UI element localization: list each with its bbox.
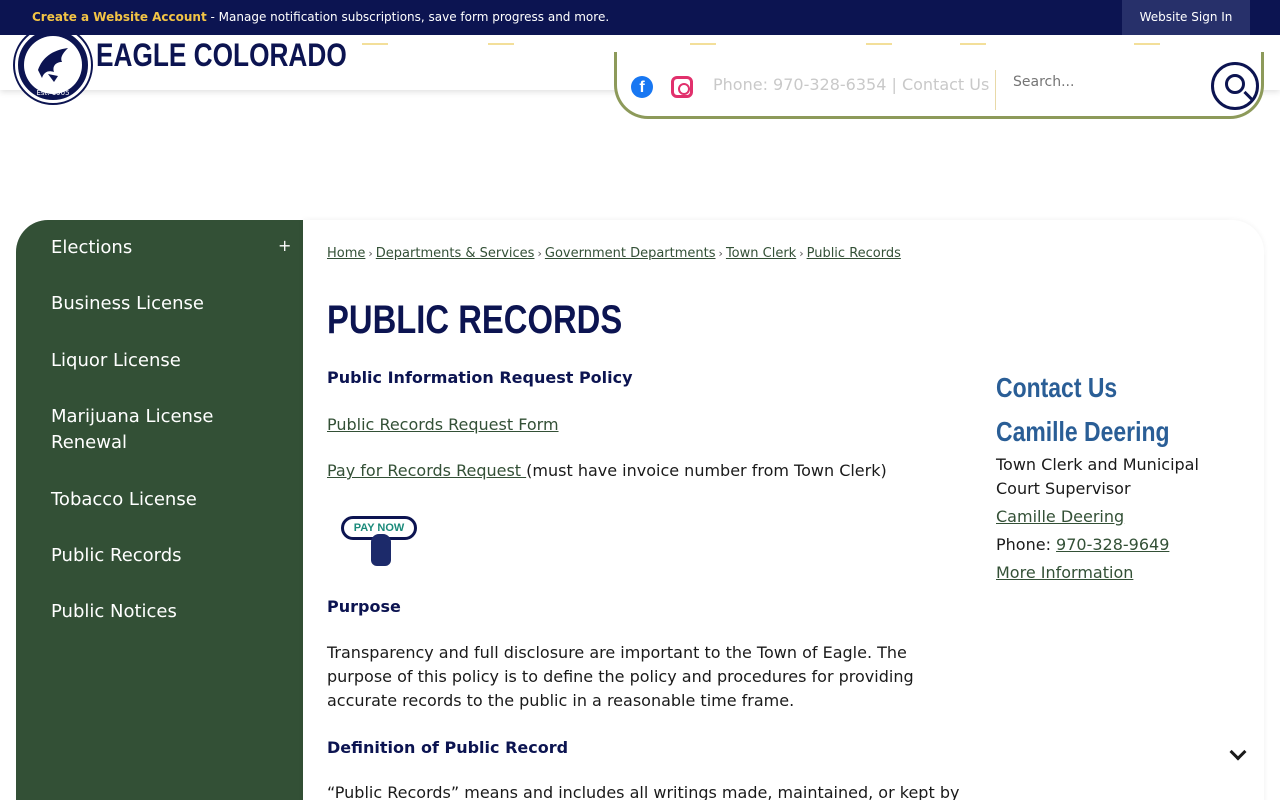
expand-plus-icon[interactable]: + xyxy=(278,236,291,255)
purpose-text: Transparency and full disclosure are imp… xyxy=(327,643,914,710)
contact-email-link[interactable]: Camille Deering xyxy=(996,507,1124,526)
sidebar-item-business-license[interactable]: Business License xyxy=(51,291,271,317)
contact-phone-link[interactable]: 970-328-9649 xyxy=(1056,535,1169,554)
site-logo-text[interactable]: EAGLE COLORADO xyxy=(96,35,347,75)
instagram-icon[interactable] xyxy=(671,76,693,98)
sidebar-item-elections[interactable]: Elections xyxy=(51,235,271,261)
notification-message: Create a Website Account - Manage notifi… xyxy=(32,10,609,24)
breadcrumb-town-clerk[interactable]: Town Clerk xyxy=(726,246,796,261)
header-decoration xyxy=(1134,43,1160,45)
chevron-down-icon[interactable] xyxy=(1229,743,1247,761)
breadcrumb-public-records[interactable]: Public Records xyxy=(807,246,901,261)
sidebar-item-tobacco-license[interactable]: Tobacco License xyxy=(51,487,271,513)
breadcrumb-departments-services[interactable]: Departments & Services xyxy=(376,246,535,261)
website-sign-in-button[interactable]: Website Sign In xyxy=(1122,0,1250,35)
contact-name-heading: Camille Deering xyxy=(996,416,1170,447)
more-information-link[interactable]: More Information xyxy=(996,563,1133,582)
notification-bar: Create a Website Account - Manage notifi… xyxy=(0,0,1280,35)
public-records-request-form-link[interactable]: Public Records Request Form xyxy=(327,415,559,434)
header-decoration xyxy=(866,43,892,45)
search-input[interactable] xyxy=(1013,74,1203,90)
definition-heading: Definition of Public Record xyxy=(327,738,569,757)
page-title: PUBLIC RECORDS xyxy=(327,298,623,342)
header-decoration xyxy=(488,43,514,45)
main-content: Home › Departments & Services › Government D… xyxy=(303,220,1264,800)
contact-us-heading: Contact Us xyxy=(996,372,1118,403)
pay-now-image[interactable]: PAY NOW xyxy=(333,512,427,572)
header-decoration xyxy=(960,43,986,45)
search-icon-handle xyxy=(1243,90,1253,101)
breadcrumb-separator: › xyxy=(368,247,373,260)
request-form-paragraph: Public Records Request Form xyxy=(327,413,967,437)
seal-est-text: Est. 1905 xyxy=(36,89,70,97)
breadcrumb-separator: › xyxy=(537,247,542,260)
search-icon xyxy=(1225,74,1245,94)
pay-note: (must have invoice number from Town Cler… xyxy=(526,461,887,480)
facebook-icon[interactable]: f xyxy=(631,76,653,98)
sidebar-item-liquor-license[interactable]: Liquor License xyxy=(51,348,271,374)
contact-phone-paragraph: Phone: 970-328-9649 xyxy=(996,533,1236,557)
utility-search-bar: f Phone: 970-328-6354 | Contact Us xyxy=(614,52,1264,119)
contact-email-paragraph: Camille Deering xyxy=(996,505,1236,529)
header-decoration xyxy=(362,43,388,45)
contact-more-paragraph: More Information xyxy=(996,561,1236,585)
contact-phone-label: Phone: xyxy=(996,535,1057,554)
breadcrumb-government-departments[interactable]: Government Departments xyxy=(545,246,716,261)
utility-divider xyxy=(995,70,996,110)
definition-text: “Public Records” means and includes all … xyxy=(327,783,960,800)
town-seal-logo[interactable]: Est. 1905 xyxy=(15,27,91,103)
breadcrumb-separator: › xyxy=(718,247,723,260)
create-account-link[interactable]: Create a Website Account xyxy=(32,10,207,24)
pay-for-records-link[interactable]: Pay for Records Request xyxy=(327,461,526,480)
sidebar-item-public-notices[interactable]: Public Notices xyxy=(51,599,271,625)
sidebar-nav: Elections + Business License Liquor Lice… xyxy=(16,220,303,800)
phone-contact-text[interactable]: Phone: 970-328-6354 | Contact Us xyxy=(713,75,989,94)
notification-text: - Manage notification subscriptions, sav… xyxy=(206,10,610,24)
sidebar-item-public-records[interactable]: Public Records xyxy=(51,543,271,569)
pay-request-paragraph: Pay for Records Request (must have invoi… xyxy=(327,459,967,483)
contact-role: Town Clerk and Municipal Court Superviso… xyxy=(996,455,1199,498)
search-button[interactable] xyxy=(1211,62,1259,110)
pointing-hand-icon xyxy=(371,534,391,566)
policy-heading: Public Information Request Policy xyxy=(327,368,633,387)
header-decoration xyxy=(690,43,716,45)
purpose-heading: Purpose xyxy=(327,597,401,616)
breadcrumb: Home › Departments & Services › Government D… xyxy=(327,246,901,261)
eagle-icon xyxy=(24,36,82,94)
sidebar-item-marijuana-license-renewal[interactable]: Marijuana License Renewal xyxy=(51,404,271,456)
breadcrumb-separator: › xyxy=(799,247,804,260)
breadcrumb-home[interactable]: Home xyxy=(327,246,365,261)
